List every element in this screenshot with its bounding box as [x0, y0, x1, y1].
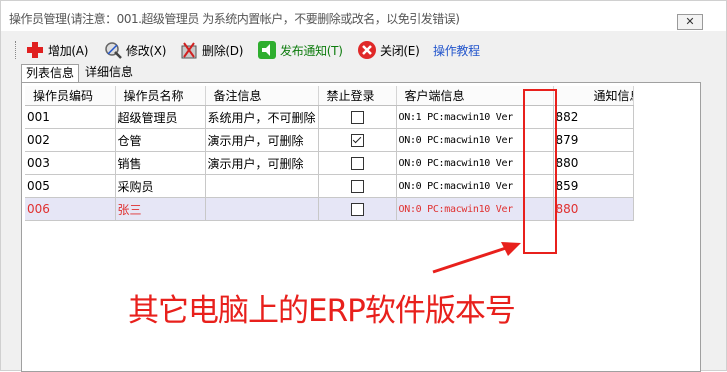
operator-management-window: 操作员管理(请注意：001.超级管理员 为系统内置帐户，不要删除或改名，以免引发…	[0, 0, 727, 372]
annotation-text: 其它电脑上的ERP软件版本号	[128, 293, 516, 329]
